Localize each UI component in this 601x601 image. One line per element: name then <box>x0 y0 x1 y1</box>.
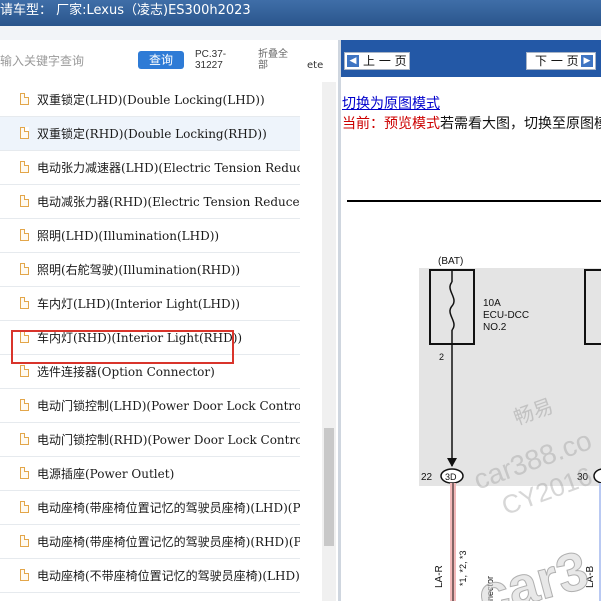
title-strip <box>0 26 601 40</box>
tree-item[interactable]: 照明(右舵驾驶)(Illumination(RHD)) <box>0 253 300 287</box>
collapse-all-line1: 折叠全 <box>258 49 288 60</box>
document-icon <box>20 127 29 139</box>
window-title: 请车型： 厂家:Lexus（凌志)ES300h2023 <box>0 0 601 26</box>
tree-item[interactable]: 电源插座(Power Outlet) <box>0 457 300 491</box>
selection-highlight-box <box>11 330 234 364</box>
wire-label: LA-R <box>434 565 445 588</box>
document-icon <box>20 399 29 411</box>
document-icon <box>20 195 29 207</box>
document-icon <box>20 569 29 581</box>
fuse-amp: 10A <box>483 298 501 309</box>
tree-item-label: 双重锁定(LHD)(Double Locking(LHD)) <box>37 93 265 107</box>
viewer-panel: ◀ 上 一 页 下 一 页 ▶ 切换为原图模式 当前：预览模式若需看大图，切换至… <box>341 40 601 601</box>
pin-bottom-left: 22 <box>421 472 433 483</box>
tree-item-label: 照明(右舵驾驶)(Illumination(RHD)) <box>37 263 241 277</box>
search-bar: 查询 PC.37- 31227 折叠全 部 ete <box>0 40 338 82</box>
prev-page-button[interactable]: ◀ 上 一 页 <box>344 52 410 70</box>
tree-item-label: 选件连接器(Option Connector) <box>37 365 215 379</box>
next-page-button[interactable]: 下 一 页 ▶ <box>526 52 596 70</box>
tree-item-label: 电源插座(Power Outlet) <box>37 467 175 481</box>
mode-notice: 当前：预览模式若需看大图，切换至原图模式 <box>342 113 601 133</box>
tree-item-label: 电动座椅(带座椅位置记忆的驾驶员座椅)(RHD)(Power Seat) <box>37 535 300 549</box>
connector-left-label: 3D <box>445 472 457 482</box>
vertical-note: *1, *2, *3 <box>458 550 468 586</box>
tree-item-label: 电动座椅(带座椅位置记忆的驾驶员座椅)(LHD)(Power Seat) <box>37 501 300 515</box>
tree-item-label: 电动门锁控制(LHD)(Power Door Lock Control(LHD)… <box>37 399 300 413</box>
tree-item[interactable]: 电动张力减速器(LHD)(Electric Tension Reducer(LH… <box>0 151 300 185</box>
mode-notice-current: 当前：预览模式 <box>342 116 440 132</box>
tree-item[interactable]: 电动门锁控制(LHD)(Power Door Lock Control(LHD)… <box>0 389 300 423</box>
document-icon <box>20 433 29 445</box>
next-page-label: 下 一 页 <box>535 54 579 68</box>
viewer-navbar: ◀ 上 一 页 下 一 页 ▶ <box>341 40 601 77</box>
arrow-right-icon: ▶ <box>581 55 593 67</box>
bat-label: (BAT) <box>438 256 463 267</box>
switch-original-mode-link[interactable]: 切换为原图模式 <box>342 93 440 113</box>
wiring-diagram: (BAT) 10A ECU-DCC NO.2 2 22 3D 30 LA-R L… <box>347 200 601 601</box>
document-icon <box>20 365 29 377</box>
extra-text: ete <box>307 60 324 71</box>
model-code: PC.37- 31227 <box>195 49 226 71</box>
tree-item[interactable]: 双重锁定(LHD)(Double Locking(LHD)) <box>0 83 300 117</box>
query-button[interactable]: 查询 <box>138 51 184 69</box>
document-icon <box>20 297 29 309</box>
tree-item[interactable]: 电动座椅(带座椅位置记忆的驾驶员座椅)(LHD)(Power Seat) <box>0 491 300 525</box>
tree-item[interactable]: 电动座椅(不带座椅位置记忆的驾驶员座椅)(LHD)(Power Seat) <box>0 559 300 593</box>
tree-item-label: 双重锁定(RHD)(Double Locking(RHD)) <box>37 127 267 141</box>
collapse-all-button[interactable]: 折叠全 部 <box>258 49 288 71</box>
tree-item-label: 电动门锁控制(RHD)(Power Door Lock Control(RHD)… <box>37 433 300 447</box>
search-input[interactable] <box>0 50 130 72</box>
mode-notice-hint: 若需看大图，切换至原图模式 <box>440 116 601 132</box>
document-icon <box>20 501 29 513</box>
document-icon <box>20 263 29 275</box>
document-icon <box>20 467 29 479</box>
tree-item-label: 电动减张力器(RHD)(Electric Tension Reducer(RHD… <box>37 195 300 209</box>
watermark-logo: car3 <box>471 540 594 601</box>
document-icon <box>20 161 29 173</box>
tree-item[interactable]: 电动座椅(带座椅位置记忆的驾驶员座椅)(RHD)(Power Seat) <box>0 525 300 559</box>
document-icon <box>20 229 29 241</box>
tree-scroll-thumb[interactable] <box>324 428 334 546</box>
document-icon <box>20 535 29 547</box>
fuse-name: ECU-DCC <box>483 310 529 321</box>
tree-item[interactable]: 照明(LHD)(Illumination(LHD)) <box>0 219 300 253</box>
prev-page-label: 上 一 页 <box>363 54 407 68</box>
pin-top: 2 <box>439 352 444 362</box>
left-panel: 查询 PC.37- 31227 折叠全 部 ete 双重锁定(LHD)(Doub… <box>0 40 338 601</box>
model-code-line2: 31227 <box>195 60 223 71</box>
tree-item[interactable]: 电动门锁控制(RHD)(Power Door Lock Control(RHD)… <box>0 423 300 457</box>
model-code-line1: PC.37- <box>195 49 227 60</box>
fuse-no: NO.2 <box>483 322 507 333</box>
collapse-all-line2: 部 <box>258 60 268 71</box>
tree-item-label: 电动张力减速器(LHD)(Electric Tension Reducer(LH… <box>37 161 300 175</box>
document-icon <box>20 93 29 105</box>
tree-item[interactable]: 双重锁定(RHD)(Double Locking(RHD)) <box>0 117 300 151</box>
arrow-left-icon: ◀ <box>347 55 359 67</box>
tree-item-label: 电动座椅(不带座椅位置记忆的驾驶员座椅)(LHD)(Power Seat) <box>37 569 300 583</box>
tree-item-label: 车内灯(LHD)(Interior Light(LHD)) <box>37 297 240 311</box>
tree-item-selected[interactable]: 车内灯(LHD)(Interior Light(LHD)) <box>0 287 300 321</box>
tree-item-label: 照明(LHD)(Illumination(LHD)) <box>37 229 220 243</box>
tree-item[interactable]: 电动减张力器(RHD)(Electric Tension Reducer(RHD… <box>0 185 300 219</box>
